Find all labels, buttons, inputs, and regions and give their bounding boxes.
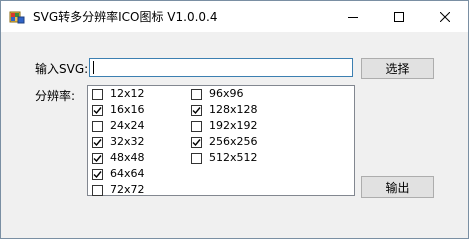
close-icon <box>439 7 451 26</box>
checkbox[interactable] <box>92 136 103 148</box>
resolution-option-label: 72x72 <box>110 183 145 196</box>
checkbox[interactable] <box>92 184 103 196</box>
resolution-option-label: 64x64 <box>110 167 145 180</box>
svg-path-input[interactable] <box>89 58 353 77</box>
output-button[interactable]: 输出 <box>361 176 434 198</box>
check-icon <box>93 170 102 178</box>
resolution-option-256[interactable]: 256x256 <box>191 135 258 149</box>
close-button[interactable] <box>422 1 468 32</box>
resolution-option-32[interactable]: 32x32 <box>92 135 145 149</box>
check-icon <box>192 138 201 146</box>
app-icon <box>9 9 25 25</box>
check-icon <box>93 154 102 162</box>
resolution-option-label: 512x512 <box>209 151 258 164</box>
resolution-option-12[interactable]: 12x12 <box>92 87 145 101</box>
window-title: SVG转多分辨率ICO图标 V1.0.0.4 <box>33 10 218 24</box>
title-bar[interactable]: SVG转多分辨率ICO图标 V1.0.0.4 <box>1 1 468 32</box>
svg-input-label: 输入SVG: <box>35 62 89 76</box>
resolution-checklist[interactable]: 12x12 16x16 24x24 32x32 48x48 64x64 72x7… <box>87 85 355 196</box>
resolution-option-label: 12x12 <box>110 87 145 100</box>
minimize-button[interactable] <box>330 1 376 32</box>
checkbox[interactable] <box>191 136 202 148</box>
resolution-option-16[interactable]: 16x16 <box>92 103 145 117</box>
resolution-option-96[interactable]: 96x96 <box>191 87 244 101</box>
resolution-option-label: 128x128 <box>209 103 258 116</box>
resolution-option-72[interactable]: 72x72 <box>92 183 145 197</box>
select-button[interactable]: 选择 <box>361 58 434 79</box>
resolution-option-label: 24x24 <box>110 119 145 132</box>
checkbox[interactable] <box>191 104 202 116</box>
resolution-option-label: 256x256 <box>209 135 258 148</box>
resolution-option-label: 192x192 <box>209 119 258 132</box>
checkbox[interactable] <box>191 152 202 164</box>
checkbox[interactable] <box>191 120 202 132</box>
resolution-label: 分辨率: <box>35 89 76 103</box>
minimize-icon <box>348 7 358 26</box>
checkbox[interactable] <box>92 168 103 180</box>
checkbox[interactable] <box>92 104 103 116</box>
resolution-option-512[interactable]: 512x512 <box>191 151 258 165</box>
resolution-option-label: 16x16 <box>110 103 145 116</box>
resolution-option-label: 96x96 <box>209 87 244 100</box>
checkbox[interactable] <box>92 120 103 132</box>
maximize-icon <box>394 7 404 26</box>
checkbox[interactable] <box>191 88 202 100</box>
checkbox[interactable] <box>92 152 103 164</box>
resolution-option-128[interactable]: 128x128 <box>191 103 258 117</box>
resolution-option-48[interactable]: 48x48 <box>92 151 145 165</box>
resolution-option-label: 32x32 <box>110 135 145 148</box>
app-window: SVG转多分辨率ICO图标 V1.0.0.4 输入SVG: 选择 分辨率: 12… <box>0 0 469 239</box>
check-icon <box>93 138 102 146</box>
resolution-option-64[interactable]: 64x64 <box>92 167 145 181</box>
resolution-option-label: 48x48 <box>110 151 145 164</box>
check-icon <box>192 106 201 114</box>
resolution-option-24[interactable]: 24x24 <box>92 119 145 133</box>
text-caret <box>93 61 94 74</box>
resolution-option-192[interactable]: 192x192 <box>191 119 258 133</box>
maximize-button[interactable] <box>376 1 422 32</box>
check-icon <box>93 106 102 114</box>
checkbox[interactable] <box>92 88 103 100</box>
